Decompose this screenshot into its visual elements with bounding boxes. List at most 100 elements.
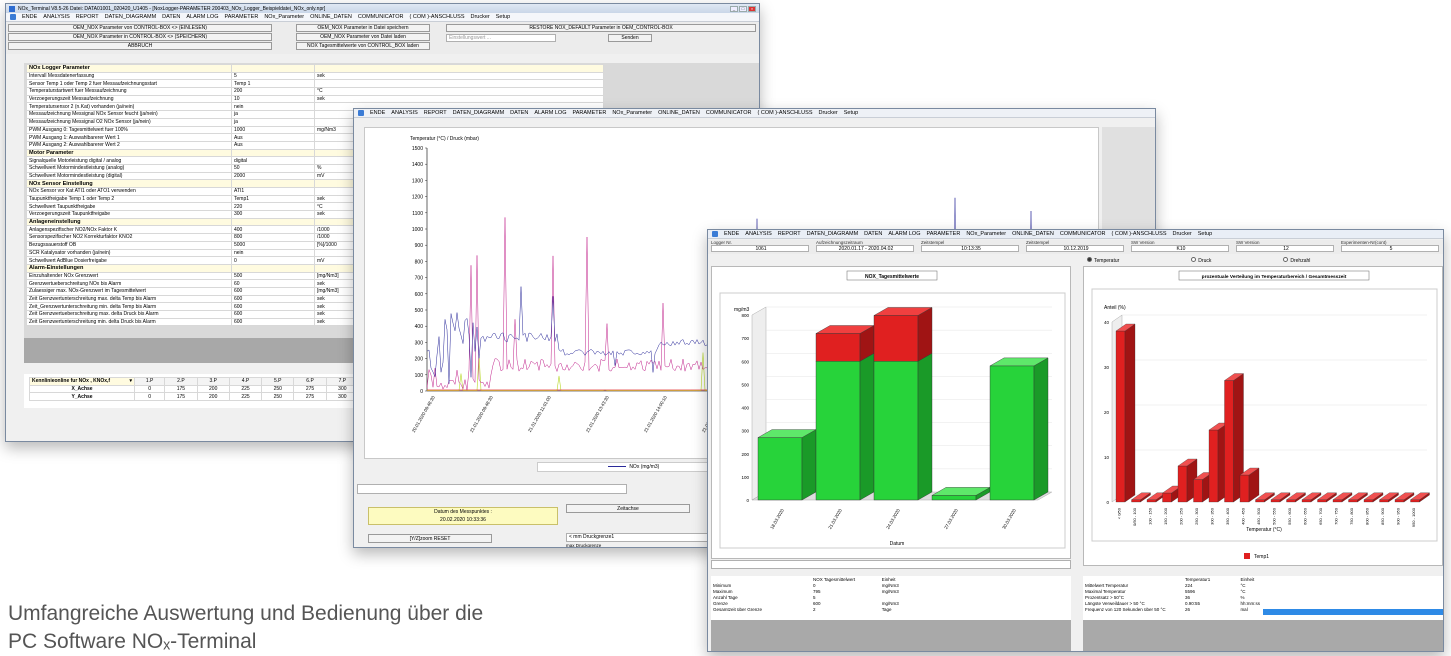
minimize-icon[interactable]: _ [730, 5, 738, 12]
param-value[interactable]: 600 [231, 302, 315, 311]
curve-cell[interactable]: 200 [196, 392, 230, 402]
curve-cell[interactable]: 0 [133, 392, 166, 402]
horizontal-scrollbar[interactable] [357, 484, 627, 494]
menu-item[interactable]: NOx_Parameter [612, 110, 652, 116]
curve-cell[interactable]: 175 [164, 392, 198, 402]
menu-item[interactable]: DATEN [510, 110, 528, 116]
menu-item[interactable]: PARAMETER [926, 231, 960, 237]
load-file-button[interactable]: OEM_NOX Parameter von Datei laden [296, 33, 430, 41]
param-value[interactable]: 600 [231, 286, 315, 296]
radio-option[interactable]: Druck [1191, 257, 1211, 265]
menu-item[interactable]: REPORT [424, 110, 447, 116]
write-params-button[interactable]: OEM_NOX Parameter in CONTROL-BOX <> (SPE… [8, 33, 272, 41]
param-value[interactable]: 600 [231, 310, 315, 319]
menu-item[interactable]: ( COM )-ANSCHLUSS [1111, 231, 1166, 237]
pressure-select[interactable]: < mm Druckgrenze1▾ [566, 533, 716, 542]
param-value[interactable]: 600 [231, 294, 315, 304]
radio-option[interactable]: Drehzahl [1283, 257, 1310, 265]
param-value[interactable]: 300 [231, 210, 315, 219]
load-daily-button[interactable]: NOX Tagesmittelwerte von CONTROL_BOX lad… [296, 42, 430, 50]
param-value[interactable]: ja [231, 117, 315, 127]
param-value[interactable]: nein [231, 248, 315, 258]
curve-cell[interactable]: 175 [164, 384, 198, 394]
zeitachse-button[interactable]: Zeitachse [566, 504, 690, 513]
menu-item[interactable]: COMMUNICATOR [358, 14, 404, 20]
menu-item[interactable]: Setup [496, 14, 510, 20]
menu-item[interactable]: NOx_Parameter [966, 231, 1006, 237]
bar-chart-scrollbar[interactable] [711, 560, 1071, 569]
menu-item[interactable]: ALARM LOG [534, 110, 566, 116]
menu-item[interactable]: ONLINE_DATEN [658, 110, 700, 116]
read-params-button[interactable]: OEM_NOX Parameter von CONTROL-BOX <> (EI… [8, 24, 272, 32]
curve-cell[interactable]: 250 [261, 392, 295, 402]
param-value[interactable]: 800 [231, 233, 315, 242]
save-file-button[interactable]: OEM_NOX Parameter in Datei speichern [296, 24, 430, 32]
curve-cell[interactable]: 250 [261, 384, 295, 394]
menu-item[interactable]: ( COM )-ANSCHLUSS [757, 110, 812, 116]
param-value[interactable]: 600 [231, 317, 315, 327]
menu-item[interactable]: Setup [844, 110, 858, 116]
param-value[interactable]: 1000 [231, 125, 315, 135]
param-value[interactable]: 200 [231, 87, 315, 96]
menu-item[interactable]: ALARM LOG [186, 14, 218, 20]
menu-item[interactable]: COMMUNICATOR [706, 110, 752, 116]
param-value[interactable]: 0 [231, 256, 315, 265]
curve-select[interactable]: Kennlinieonline fur NOx , KNOx,f ▾ [29, 377, 135, 386]
param-value[interactable]: ja [231, 110, 315, 119]
curve-cell[interactable]: 0 [133, 384, 166, 394]
radio-option[interactable]: Temperatur [1087, 257, 1119, 265]
param-value[interactable]: 2000 [231, 171, 315, 181]
menu-item[interactable]: ENDE [370, 110, 385, 116]
param-value[interactable]: 5 [231, 71, 315, 81]
curve-cell[interactable]: 275 [293, 384, 327, 394]
param-value[interactable]: digital [231, 156, 315, 165]
menu-item[interactable]: DATEN [162, 14, 180, 20]
menu-item[interactable]: ( COM )-ANSCHLUSS [409, 14, 464, 20]
curve-cell[interactable]: 275 [293, 392, 327, 402]
menu-item[interactable]: REPORT [778, 231, 801, 237]
menu-item[interactable]: ALARM LOG [888, 231, 920, 237]
menu-item[interactable]: REPORT [76, 14, 99, 20]
menu-item[interactable]: ANALYSIS [745, 231, 772, 237]
zoom-reset-button[interactable]: [Y/Z]zoom RESET [368, 534, 492, 543]
param-value[interactable]: Aus [231, 140, 315, 150]
config-value-input[interactable]: Einstellungswert ... [446, 34, 556, 42]
menu-item[interactable]: NOx_Parameter [264, 14, 304, 20]
menu-item[interactable]: PARAMETER [224, 14, 258, 20]
param-value[interactable]: 10 [231, 94, 315, 104]
param-value[interactable]: 60 [231, 279, 315, 288]
menu-item[interactable]: ONLINE_DATEN [310, 14, 352, 20]
menu-item[interactable]: Setup [1198, 231, 1212, 237]
menu-item[interactable]: DATEN_DIAGRAMM [807, 231, 859, 237]
send-button[interactable]: Senden [608, 34, 652, 42]
menu-item[interactable]: Drucker [471, 14, 490, 20]
param-value[interactable]: Aus [231, 133, 315, 142]
curve-cell[interactable]: 200 [196, 384, 230, 394]
menu-item[interactable]: DATEN [864, 231, 882, 237]
param-value[interactable]: 400 [231, 225, 315, 235]
param-value[interactable]: 220 [231, 202, 315, 212]
param-value[interactable]: Temp1 [231, 194, 315, 204]
menu-item[interactable]: ANALYSIS [43, 14, 70, 20]
param-value[interactable]: ATI1 [231, 187, 315, 196]
menu-item[interactable]: COMMUNICATOR [1060, 231, 1106, 237]
menu-item[interactable]: DATEN_DIAGRAMM [105, 14, 157, 20]
abort-button[interactable]: ABBRUCH [8, 42, 272, 50]
menu-item[interactable]: Drucker [1173, 231, 1192, 237]
menu-item[interactable]: PARAMETER [572, 110, 606, 116]
param-value[interactable]: 500 [231, 271, 315, 281]
param-value[interactable]: nein [231, 102, 315, 112]
menu-item[interactable]: DATEN_DIAGRAMM [453, 110, 505, 116]
curve-cell[interactable]: 225 [228, 384, 263, 394]
menu-item[interactable]: ENDE [22, 14, 37, 20]
param-value[interactable]: Temp 1 [231, 79, 315, 89]
menu-item[interactable]: Drucker [819, 110, 838, 116]
close-icon[interactable]: × [748, 5, 756, 12]
menu-item[interactable]: ENDE [724, 231, 739, 237]
menu-item[interactable]: ONLINE_DATEN [1012, 231, 1054, 237]
restore-default-button[interactable]: RESTORE NOX_DEFAULT Parameter in OEM_CON… [446, 24, 756, 32]
curve-cell[interactable]: 225 [228, 392, 263, 402]
menu-item[interactable]: ANALYSIS [391, 110, 418, 116]
param-value[interactable]: 50 [231, 163, 315, 173]
param-value[interactable]: 5000 [231, 240, 315, 250]
